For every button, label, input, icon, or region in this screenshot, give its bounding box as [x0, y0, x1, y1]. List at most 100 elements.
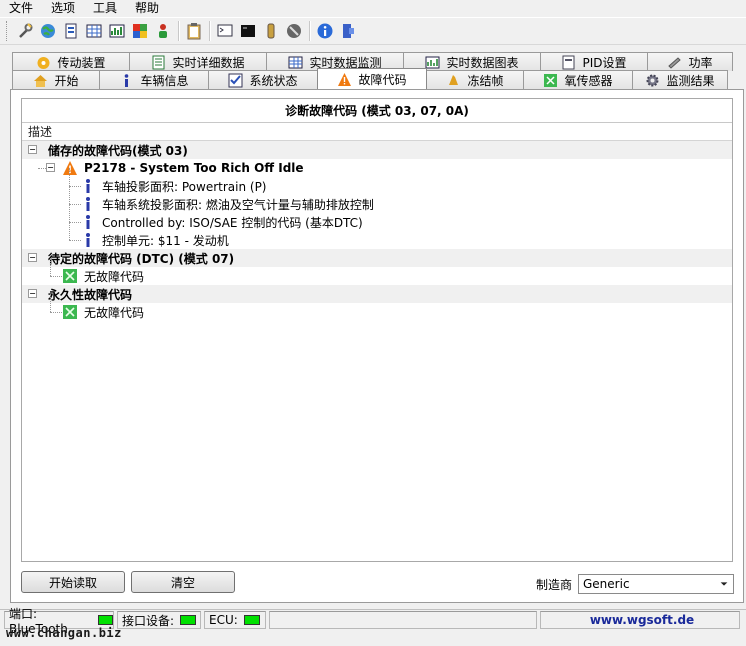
- globe-icon[interactable]: [37, 20, 59, 42]
- collapse-toggle[interactable]: −: [28, 145, 37, 154]
- ecu-label: ECU:: [209, 613, 238, 627]
- menu-options[interactable]: 选项: [42, 0, 84, 16]
- chart-icon: [425, 55, 440, 70]
- tab-system-status[interactable]: 系统状态: [208, 70, 318, 89]
- tree-item-detail[interactable]: 车轴系统投影面积: 燃油及空气计量与辅助排放控制: [22, 186, 732, 213]
- tab-label: 传动装置: [57, 55, 106, 70]
- tab-vehicle-info[interactable]: 车辆信息: [99, 70, 209, 89]
- tree-item-detail[interactable]: 控制单元: $11 - 发动机: [22, 222, 732, 249]
- dtc-tree: − 储存的故障代码(模式 03) − P2178 - System Too Ri…: [22, 141, 732, 321]
- collapse-toggle[interactable]: −: [46, 163, 55, 172]
- info-icon[interactable]: [314, 20, 336, 42]
- warning-icon: [337, 72, 352, 87]
- chart-icon[interactable]: [106, 20, 128, 42]
- gear-icon: [645, 73, 660, 88]
- toolbar: [0, 17, 746, 45]
- vendor-value: Generic: [583, 577, 630, 591]
- tree-group-stored[interactable]: − 储存的故障代码(模式 03): [22, 141, 732, 159]
- document-icon[interactable]: [60, 20, 82, 42]
- tab-transmission[interactable]: 传动装置: [12, 52, 130, 71]
- column-header-description[interactable]: 描述: [22, 123, 732, 141]
- tree-line: [69, 168, 70, 186]
- start-read-button[interactable]: 开始读取: [21, 571, 125, 593]
- menu-bar: 文件 选项 工具 帮助: [0, 0, 746, 16]
- person-icon[interactable]: [152, 20, 174, 42]
- port-led: [98, 615, 113, 625]
- grid-icon[interactable]: [83, 20, 105, 42]
- info-icon: [80, 214, 96, 230]
- clipboard-icon[interactable]: [183, 20, 205, 42]
- tab-oxygen-sensor[interactable]: 氧传感器: [523, 70, 633, 89]
- collapse-toggle[interactable]: −: [28, 289, 37, 298]
- power-icon: [667, 55, 682, 70]
- collapse-toggle[interactable]: −: [28, 253, 37, 262]
- tree-line: [50, 258, 51, 276]
- wrench-icon[interactable]: [14, 20, 36, 42]
- detail-label: 车轴系统投影面积: 燃油及空气计量与辅助排放控制: [102, 197, 374, 212]
- status-blank: [269, 611, 537, 629]
- tree-item-detail[interactable]: 车轴投影面积: Powertrain (P): [22, 168, 732, 195]
- detail-label: 控制单元: $11 - 发动机: [102, 233, 229, 248]
- no-codes-label: 无故障代码: [84, 269, 145, 284]
- tree-line: [69, 222, 70, 240]
- ecu-led: [243, 615, 260, 625]
- no-codes-label: 无故障代码: [84, 305, 145, 320]
- exit-icon[interactable]: [337, 20, 359, 42]
- menu-help[interactable]: 帮助: [126, 0, 168, 16]
- toolbar-grip: [6, 21, 10, 41]
- interface-led: [180, 615, 197, 625]
- tab-freeze-frame[interactable]: 冻结帧: [426, 70, 524, 89]
- battery-icon[interactable]: [260, 20, 282, 42]
- tree-item-no-codes[interactable]: 无故障代码: [22, 258, 732, 285]
- group-label: 永久性故障代码: [48, 287, 133, 302]
- terminal-icon[interactable]: [214, 20, 236, 42]
- status-interface: 接口设备:: [117, 611, 201, 629]
- detail-label: 车轴投影面积: Powertrain (P): [102, 179, 267, 194]
- stop-icon[interactable]: [283, 20, 305, 42]
- tree-item-no-codes[interactable]: 无故障代码: [22, 294, 732, 321]
- tab-row-front: 开始 车辆信息 系统状态 故障代码 冻结帧 氧传感器 监测结果: [12, 68, 728, 89]
- tab-fault-codes[interactable]: 故障代码: [317, 68, 427, 89]
- tab-label: 系统状态: [249, 73, 298, 88]
- tab-pid-settings[interactable]: PID设置: [540, 52, 648, 71]
- tab-label: 开始: [54, 73, 79, 88]
- interface-label: 接口设备:: [122, 613, 175, 628]
- console-icon[interactable]: [237, 20, 259, 42]
- tree-line: [38, 168, 46, 169]
- list-icon: [151, 55, 166, 70]
- tab-power[interactable]: 功率: [647, 52, 733, 71]
- tree-item-detail[interactable]: Controlled by: ISO/SAE 控制的代码 (基本DTC): [22, 204, 732, 231]
- tree-line: [50, 276, 62, 277]
- chevron-down-icon[interactable]: [718, 578, 730, 590]
- sensor-icon: [543, 73, 558, 88]
- tree-line: [69, 204, 70, 222]
- tree-line: [69, 186, 70, 204]
- pid-icon: [561, 55, 576, 70]
- toolbar-separator: [209, 21, 211, 41]
- tree-item-dtc[interactable]: − P2178 - System Too Rich Off Idle: [22, 159, 732, 177]
- checkbox-icon: [228, 73, 243, 88]
- grid-icon: [288, 55, 303, 70]
- dtc-tree-view[interactable]: 诊断故障代码 (模式 03, 07, 0A) 描述 − 储存的故障代码(模式 0…: [21, 98, 733, 562]
- tab-label: 车辆信息: [140, 73, 189, 88]
- tab-monitor-results[interactable]: 监测结果: [632, 70, 728, 89]
- tab-label: 实时详细数据: [172, 55, 245, 70]
- toolbar-separator: [178, 21, 180, 41]
- tree-line: [50, 294, 51, 312]
- freeze-icon: [446, 73, 461, 88]
- menu-tools[interactable]: 工具: [84, 0, 126, 16]
- tab-label: 故障代码: [358, 72, 407, 87]
- vendor-select[interactable]: Generic: [578, 574, 734, 594]
- tab-start[interactable]: 开始: [12, 70, 100, 89]
- transmission-icon: [36, 55, 51, 70]
- tree-group-permanent[interactable]: − 永久性故障代码: [22, 285, 732, 303]
- dtc-code: P2178 - System Too Rich Off Idle: [84, 161, 304, 175]
- tab-live-detail[interactable]: 实时详细数据: [129, 52, 267, 71]
- flag-icon[interactable]: [129, 20, 151, 42]
- tab-label: 实时数据图表: [446, 55, 519, 70]
- clear-button[interactable]: 清空: [131, 571, 235, 593]
- tree-line: [50, 312, 62, 313]
- website-link[interactable]: www.wgsoft.de: [540, 611, 740, 629]
- tree-group-pending[interactable]: − 待定的故障代码 (DTC) (模式 07): [22, 249, 732, 267]
- menu-file[interactable]: 文件: [0, 0, 42, 16]
